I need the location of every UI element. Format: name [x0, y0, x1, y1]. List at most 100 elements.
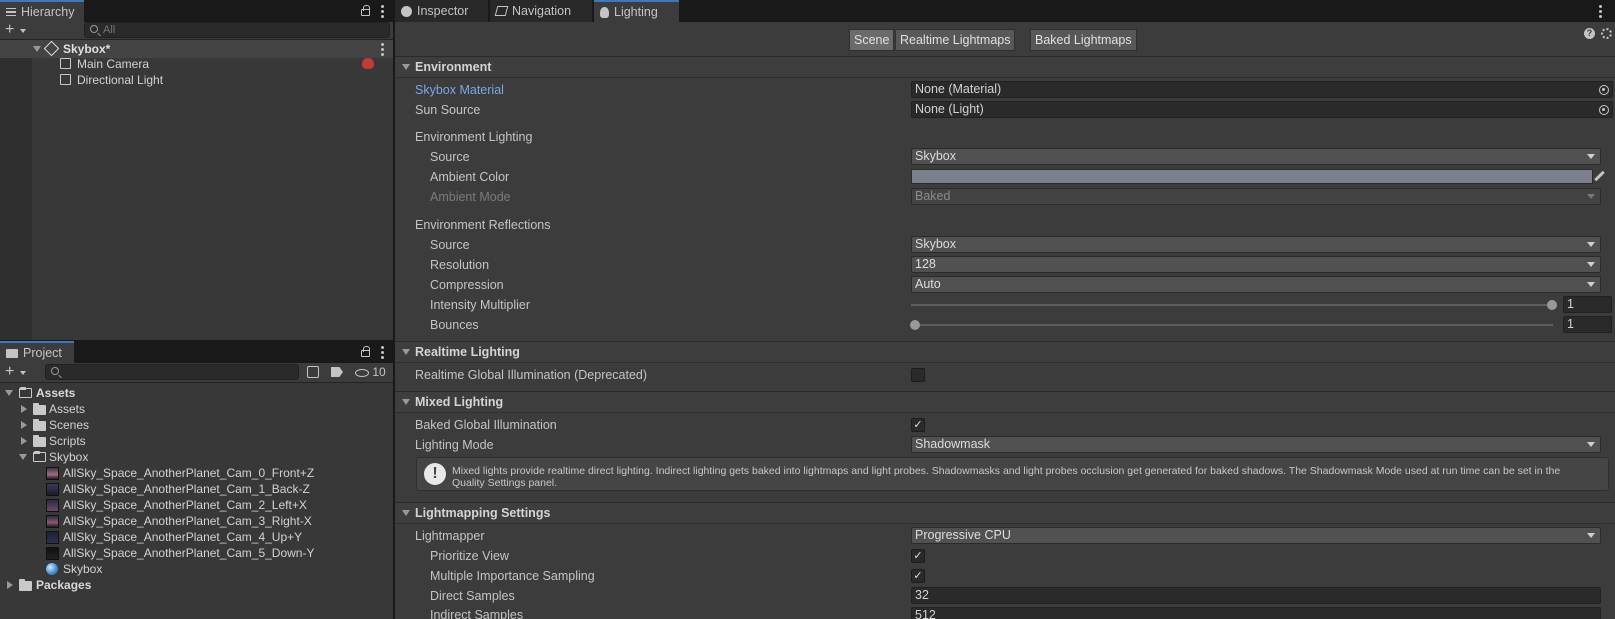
chevron-down-icon[interactable]: [402, 349, 410, 355]
tab-project-label: Project: [23, 346, 62, 360]
tab-inspector-label: Inspector: [417, 4, 469, 18]
hierarchy-item[interactable]: Directional Light: [0, 72, 393, 88]
chevron-down-icon[interactable]: [20, 29, 26, 33]
lock-icon[interactable]: [361, 5, 370, 16]
section-lightmapping-settings[interactable]: Lightmapping Settings: [395, 502, 1615, 524]
chevron-down-icon[interactable]: [402, 510, 410, 516]
chevron-down-icon[interactable]: [5, 390, 13, 396]
hidden-packages-toggle[interactable]: 10: [355, 365, 386, 380]
tab-scene[interactable]: Scene: [849, 29, 895, 51]
chevron-down-icon[interactable]: [20, 371, 26, 375]
intensity-slider-knob[interactable]: [1547, 300, 1557, 310]
hierarchy-menu-icon[interactable]: [381, 5, 384, 20]
bounces-slider-track[interactable]: [911, 324, 1553, 326]
tab-baked-lightmaps[interactable]: Baked Lightmaps: [1030, 29, 1137, 51]
refl-source-label: Source: [430, 238, 470, 252]
sun-source-label: Sun Source: [415, 103, 481, 117]
tab-navigation[interactable]: Navigation: [490, 0, 592, 22]
chevron-right-icon[interactable]: [21, 405, 27, 413]
list-item[interactable]: AllSky_Space_AnotherPlanet_Cam_3_Right-X: [0, 513, 393, 529]
sun-source-field[interactable]: None (Light): [911, 101, 1613, 118]
chevron-down-icon[interactable]: [402, 399, 410, 405]
add-icon[interactable]: +: [5, 364, 14, 380]
lighting-mode-dropdown[interactable]: Shadowmask: [911, 436, 1601, 453]
tree-folder[interactable]: Skybox: [0, 449, 393, 465]
chevron-right-icon[interactable]: [7, 581, 13, 589]
chevron-down-icon[interactable]: [33, 46, 41, 52]
direct-samples-input[interactable]: 32: [911, 587, 1601, 604]
baked-gi-checkbox[interactable]: ✓: [911, 418, 925, 432]
indirect-samples-label: Indirect Samples: [430, 608, 524, 619]
intensity-input[interactable]: 1: [1563, 296, 1612, 313]
hierarchy-search-input[interactable]: All: [84, 22, 390, 38]
section-mixed-title: Mixed Lighting: [415, 395, 504, 409]
section-mixed-lighting[interactable]: Mixed Lighting: [395, 391, 1615, 413]
tree-folder[interactable]: Assets: [0, 401, 393, 417]
tree-root-packages[interactable]: Packages: [0, 577, 393, 593]
tree-folder[interactable]: Scenes: [0, 417, 393, 433]
tab-hierarchy[interactable]: Hierarchy: [0, 0, 84, 22]
chevron-right-icon[interactable]: [21, 421, 27, 429]
add-icon[interactable]: +: [5, 22, 14, 38]
object-picker-icon[interactable]: [1599, 105, 1609, 115]
resolution-dropdown[interactable]: 128: [911, 256, 1601, 273]
tab-inspector[interactable]: Inspector: [395, 0, 488, 22]
chevron-down-icon[interactable]: [402, 64, 410, 70]
compression-value: Auto: [915, 277, 941, 291]
prioritize-view-checkbox[interactable]: ✓: [911, 549, 925, 563]
panel-splitter[interactable]: [393, 0, 395, 619]
resolution-value: 128: [915, 257, 936, 271]
bounces-slider-knob[interactable]: [910, 320, 920, 330]
skybox-material-field[interactable]: None (Material): [911, 81, 1613, 98]
indirect-samples-value: 512: [915, 608, 936, 619]
hierarchy-item[interactable]: Main Camera: [0, 56, 393, 72]
rtgi-checkbox[interactable]: [911, 368, 925, 382]
list-item[interactable]: AllSky_Space_AnotherPlanet_Cam_5_Down-Y: [0, 545, 393, 561]
ambient-color-swatch[interactable]: [911, 169, 1593, 184]
folder-icon: [33, 403, 46, 415]
project-menu-icon[interactable]: [381, 346, 384, 361]
compression-dropdown[interactable]: Auto: [911, 276, 1601, 293]
rtgi-label: Realtime Global Illumination (Deprecated…: [415, 368, 648, 382]
list-item[interactable]: AllSky_Space_AnotherPlanet_Cam_0_Front+Z: [0, 465, 393, 481]
list-item[interactable]: AllSky_Space_AnotherPlanet_Cam_4_Up+Y: [0, 529, 393, 545]
texture-thumbnail: [46, 483, 59, 496]
refl-source-value: Skybox: [915, 237, 956, 251]
mis-checkbox[interactable]: ✓: [911, 569, 925, 583]
list-item[interactable]: Skybox: [0, 561, 393, 577]
filter-by-type-icon[interactable]: [307, 366, 319, 378]
tree-root-assets[interactable]: Assets: [0, 385, 393, 401]
list-item[interactable]: AllSky_Space_AnotherPlanet_Cam_2_Left+X: [0, 497, 393, 513]
tab-realtime-lightmaps[interactable]: Realtime Lightmaps: [895, 29, 1016, 51]
env-source-value: Skybox: [915, 149, 956, 163]
help-text-line2: Quality Settings panel.: [452, 477, 558, 489]
lock-icon[interactable]: [361, 346, 370, 357]
list-item[interactable]: AllSky_Space_AnotherPlanet_Cam_1_Back-Z: [0, 481, 393, 497]
help-icon[interactable]: ?: [1584, 28, 1595, 39]
intensity-slider-track[interactable]: [911, 304, 1553, 306]
chevron-down-icon: [1587, 442, 1595, 447]
section-environment[interactable]: Environment: [395, 56, 1615, 78]
tab-project[interactable]: Project: [0, 341, 74, 363]
asset-label: AllSky_Space_AnotherPlanet_Cam_3_Right-X: [63, 514, 312, 528]
gear-icon[interactable]: [1601, 28, 1612, 39]
chevron-right-icon[interactable]: [21, 437, 27, 445]
project-search-input[interactable]: [45, 364, 299, 380]
tab-hierarchy-label: Hierarchy: [21, 5, 75, 19]
lightmapper-dropdown[interactable]: Progressive CPU: [911, 527, 1601, 544]
hierarchy-search-placeholder: All: [103, 24, 116, 36]
bounces-input[interactable]: 1: [1563, 316, 1612, 333]
tree-packages-label: Packages: [36, 578, 92, 592]
tree-folder[interactable]: Scripts: [0, 433, 393, 449]
chevron-down-icon[interactable]: [19, 454, 27, 460]
env-source-dropdown[interactable]: Skybox: [911, 148, 1601, 165]
section-realtime-lighting[interactable]: Realtime Lighting: [395, 341, 1615, 363]
tab-scene-label: Scene: [854, 33, 890, 47]
indirect-samples-input[interactable]: 512: [911, 607, 1601, 619]
chevron-down-icon: [1587, 262, 1595, 267]
refl-source-dropdown[interactable]: Skybox: [911, 236, 1601, 253]
tab-lighting[interactable]: Lighting: [594, 0, 679, 22]
chevron-down-icon: [1587, 242, 1595, 247]
object-picker-icon[interactable]: [1599, 85, 1609, 95]
lighting-menu-icon[interactable]: [1599, 5, 1602, 20]
